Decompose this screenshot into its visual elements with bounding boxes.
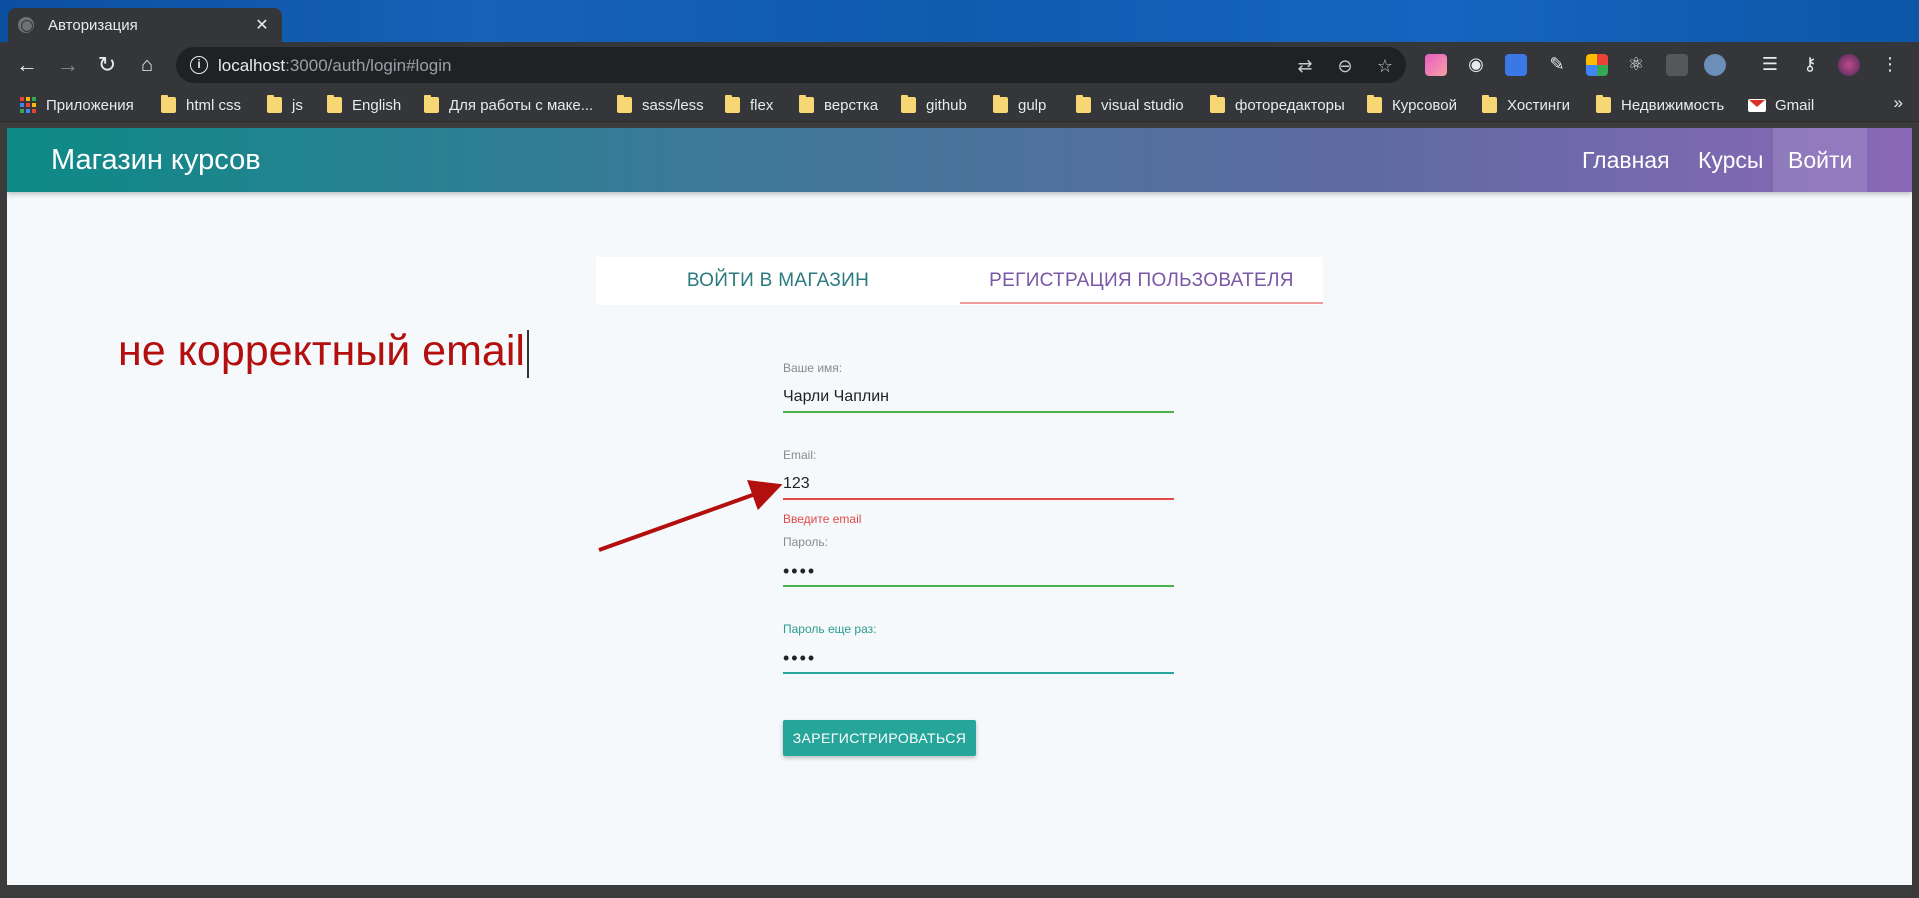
browser-window: Авторизация ✕ ← → ↻ ⌂ i localhost:3000/a… [0, 0, 1919, 898]
bookmark-folder[interactable]: Курсовой [1367, 94, 1457, 116]
folder-icon [1482, 95, 1497, 113]
bookmark-label: flex [750, 96, 774, 114]
bookmark-folder[interactable]: Хостинги [1482, 94, 1570, 116]
page-viewport: Магазин курсов Главная Курсы Войти ВОЙТИ… [7, 128, 1912, 885]
bookmark-label: html css [186, 96, 242, 114]
apps-extension-icon[interactable] [1586, 54, 1608, 76]
info-icon[interactable]: i [190, 56, 208, 74]
bookmark-label: Gmail [1775, 96, 1815, 114]
browser-toolbar: ← → ↻ ⌂ i localhost:3000/auth/login#logi… [0, 42, 1919, 88]
browser-tab[interactable]: Авторизация ✕ [8, 8, 282, 42]
bookmark-label: Приложения [46, 96, 134, 114]
media-playlist-icon[interactable]: ☰ [1758, 52, 1782, 76]
back-arrow-icon[interactable]: ← [12, 50, 42, 80]
bookmark-apps[interactable]: Приложения [20, 94, 134, 116]
url-host: localhost [218, 56, 286, 75]
color-picker-icon[interactable]: ✎ [1545, 52, 1569, 76]
tab-strip: Авторизация ✕ [0, 0, 1919, 42]
bookmark-label: Недвижимость [1621, 96, 1725, 114]
folder-icon [161, 95, 176, 113]
bookmark-folder[interactable]: gulp [993, 94, 1046, 116]
folder-icon [799, 95, 814, 113]
arrow-line [598, 480, 783, 552]
translate-icon[interactable]: ⇄ [1294, 55, 1316, 77]
key-icon[interactable]: ⚷ [1798, 52, 1822, 76]
folder-icon [1076, 95, 1091, 113]
bookmark-label: Для работы с маке... [449, 96, 594, 114]
folder-icon [1367, 95, 1382, 113]
bookmark-folder[interactable]: github [901, 94, 967, 116]
bookmark-folder[interactable]: html css [161, 94, 241, 116]
bookmarks-bar: Приложения html css js English Для работ… [0, 88, 1919, 122]
folder-icon [424, 95, 439, 113]
url-text[interactable]: localhost:3000/auth/login#login [218, 56, 451, 76]
bookmark-folder[interactable]: English [327, 94, 401, 116]
home-icon[interactable]: ⌂ [132, 50, 162, 80]
folder-icon [617, 95, 632, 113]
bookmark-label: English [352, 96, 402, 114]
annotation-arrow [598, 480, 783, 552]
reload-icon[interactable]: ↻ [92, 50, 122, 80]
close-icon[interactable]: ✕ [252, 15, 272, 35]
bookmark-label: Курсовой [1392, 96, 1457, 114]
bookmark-folder[interactable]: фоторедакторы [1210, 94, 1345, 116]
bookmark-label: visual studio [1101, 96, 1184, 114]
bookmark-folder[interactable]: верстка [799, 94, 878, 116]
bookmark-folder[interactable]: Недвижимость [1596, 94, 1724, 116]
menu-kebab-icon[interactable]: ⋮ [1878, 52, 1902, 76]
folder-icon [1210, 95, 1225, 113]
chat-extension-icon[interactable]: ◉ [1464, 52, 1488, 76]
bookmark-label: gulp [1018, 96, 1047, 114]
folder-icon [993, 95, 1008, 113]
extension-circle-icon[interactable] [1704, 54, 1726, 76]
tab-title: Авторизация [48, 16, 138, 34]
forward-arrow-icon[interactable]: → [53, 50, 83, 80]
folder-icon [725, 95, 740, 113]
folder-icon [1596, 95, 1611, 113]
bookmark-folder[interactable]: Для работы с маке... [424, 94, 593, 116]
url-path: :3000/auth/login#login [285, 56, 452, 75]
star-icon[interactable]: ☆ [1374, 55, 1396, 77]
translate-extension-icon[interactable] [1505, 54, 1527, 76]
bookmark-label: js [292, 96, 303, 114]
bookmark-label: верстка [824, 96, 879, 114]
apps-grid-icon [20, 97, 36, 113]
folder-icon [901, 95, 916, 113]
folder-icon [267, 95, 282, 113]
bookmark-folder[interactable]: js [267, 94, 303, 116]
bookmark-folder[interactable]: sass/less [617, 94, 704, 116]
extension-icon[interactable] [1425, 54, 1447, 76]
bookmark-label: github [926, 96, 967, 114]
react-devtools-icon[interactable]: ⚛ [1624, 52, 1648, 76]
bookmark-label: sass/less [642, 96, 704, 114]
avatar[interactable] [1838, 54, 1860, 76]
bookmark-gmail[interactable]: Gmail [1748, 94, 1814, 116]
extension-gray-icon[interactable] [1666, 54, 1688, 76]
bookmark-folder[interactable]: visual studio [1076, 94, 1184, 116]
folder-icon [327, 95, 342, 113]
bookmark-label: Хостинги [1507, 96, 1571, 114]
globe-icon [18, 17, 34, 33]
bookmark-folder[interactable]: flex [725, 94, 773, 116]
address-bar[interactable]: i localhost:3000/auth/login#login ⇄ ⊖ ☆ [176, 47, 1406, 83]
gmail-icon [1748, 98, 1766, 112]
zoom-out-icon[interactable]: ⊖ [1334, 55, 1356, 77]
more-bookmarks-icon[interactable]: » [1894, 93, 1903, 113]
bookmark-label: фоторедакторы [1235, 96, 1345, 114]
